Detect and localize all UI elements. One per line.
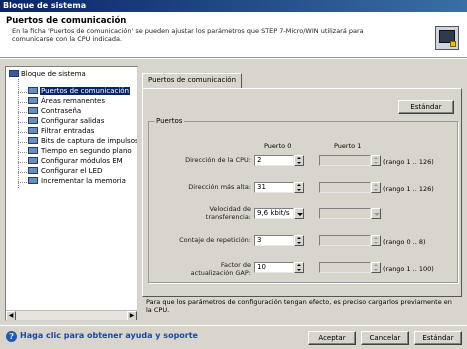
baud-rate-label: Velocidad de transferencia:	[205, 205, 251, 221]
tree-connector	[18, 162, 27, 163]
defaults-button[interactable]: Estándar	[398, 100, 454, 114]
highest-address-label: Dirección más alta:	[188, 183, 251, 191]
cpu-address-label: Dirección de la CPU:	[185, 156, 251, 164]
settings-page-icon	[28, 87, 38, 94]
ports-group-title: Puertos	[154, 117, 185, 125]
cpu-module-icon	[435, 26, 459, 50]
apply-defaults-button[interactable]: Estándar	[414, 331, 462, 345]
port0-highest-address-input[interactable]: 31	[254, 182, 294, 193]
scroll-right-icon[interactable]: ▶	[127, 311, 137, 320]
highest-address-range: (rango 1 .. 126)	[383, 185, 434, 193]
tree-connector	[18, 142, 27, 143]
tree-item-configurar-modulos-em[interactable]: Configurar módulos EM	[28, 157, 124, 166]
tree-item-incrementar-memoria[interactable]: Incrementar la memoria	[28, 177, 127, 186]
settings-page-icon	[28, 97, 38, 104]
header-title: Puertos de comunicación	[6, 16, 127, 26]
port0-retry-count-stepper[interactable]	[294, 235, 304, 246]
tree-connector	[18, 92, 27, 93]
tree-connector	[18, 172, 27, 173]
tree-item-areas-remanentes[interactable]: Áreas remanentes	[28, 97, 106, 106]
tree-root[interactable]: Bloque de sistema	[9, 70, 86, 78]
window-title-bar: Bloque de sistema	[0, 0, 467, 12]
port0-baud-rate-select[interactable]: 9,6 kbit/s	[254, 208, 294, 219]
cpu-address-range: (rango 1 .. 126)	[383, 158, 434, 166]
help-link[interactable]: Haga clic para obtener ayuda y soporte	[20, 331, 198, 340]
header-banner: Puertos de comunicación En la ficha 'Pue…	[0, 12, 467, 58]
tree-item-configurar-led[interactable]: Configurar el LED	[28, 167, 103, 176]
port1-gap-factor-stepper	[371, 262, 381, 273]
settings-page-icon	[28, 157, 38, 164]
ok-button[interactable]: Aceptar	[308, 331, 356, 345]
tree-connector	[18, 112, 27, 113]
tree-horizontal-scrollbar[interactable]: ◀ ▶	[6, 310, 137, 320]
port1-header: Puerto 1	[334, 142, 362, 150]
settings-page-icon	[28, 167, 38, 174]
port1-retry-count-stepper	[371, 235, 381, 246]
port0-retry-count-input[interactable]: 3	[254, 235, 294, 246]
tree-item-filtrar-entradas[interactable]: Filtrar entradas	[28, 127, 95, 136]
port1-gap-factor-input	[319, 262, 371, 273]
gap-factor-label: Factor de actualización GAP:	[190, 261, 251, 277]
retry-count-range: (rango 0 .. 8)	[383, 238, 426, 246]
tree-item-puertos-comunicacion[interactable]: Puertos de comunicación	[28, 87, 131, 96]
cancel-button[interactable]: Cancelar	[361, 331, 409, 345]
settings-page-icon	[28, 137, 38, 144]
port1-highest-address-stepper	[371, 182, 381, 193]
download-note: Para que los parámetros de configuración…	[146, 298, 452, 314]
scroll-left-icon[interactable]: ◀	[6, 311, 16, 320]
header-description: En la ficha 'Puertos de comunicación' se…	[12, 27, 364, 43]
settings-page-icon	[28, 147, 38, 154]
tree-connector	[18, 102, 27, 103]
port1-highest-address-input	[319, 182, 371, 193]
tree-connector	[18, 132, 27, 133]
settings-page-icon	[28, 127, 38, 134]
settings-page-icon	[28, 107, 38, 114]
ports-group	[148, 121, 458, 283]
window-title: Bloque de sistema	[3, 1, 87, 10]
tab-puertos-comunicacion[interactable]: Puertos de comunicación	[142, 73, 243, 88]
chevron-down-icon[interactable]	[294, 208, 304, 219]
gap-factor-range: (rango 1 .. 100)	[383, 265, 434, 273]
port0-highest-address-stepper[interactable]	[294, 182, 304, 193]
system-block-icon	[9, 70, 19, 77]
port0-header: Puerto 0	[264, 142, 292, 150]
tree-connector	[18, 122, 27, 123]
tree-item-contrasena[interactable]: Contraseña	[28, 107, 82, 116]
tree-item-bits-captura[interactable]: Bits de captura de impulsos	[28, 137, 137, 146]
port1-baud-rate-select	[319, 208, 371, 219]
help-icon[interactable]: ?	[6, 331, 17, 342]
port1-cpu-address-stepper	[371, 155, 381, 166]
tree-item-configurar-salidas[interactable]: Configurar salidas	[28, 117, 105, 126]
retry-count-label: Contaje de repetición:	[179, 236, 251, 244]
tree-connector	[18, 182, 27, 183]
port0-cpu-address-stepper[interactable]	[294, 155, 304, 166]
tree-connector	[18, 152, 27, 153]
settings-page-icon	[28, 117, 38, 124]
port0-gap-factor-stepper[interactable]	[294, 262, 304, 273]
port1-cpu-address-input	[319, 155, 371, 166]
navigation-tree[interactable]: Bloque de sistema Puertos de comunicació…	[5, 66, 138, 321]
tree-item-tiempo-segundo-plano[interactable]: Tiempo en segundo plano	[28, 147, 133, 156]
port1-retry-count-input	[319, 235, 371, 246]
port0-cpu-address-input[interactable]: 2	[254, 155, 294, 166]
chevron-down-icon	[371, 208, 381, 219]
port0-gap-factor-input[interactable]: 10	[254, 262, 294, 273]
tree-root-label: Bloque de sistema	[21, 70, 86, 78]
settings-page-icon	[28, 177, 38, 184]
